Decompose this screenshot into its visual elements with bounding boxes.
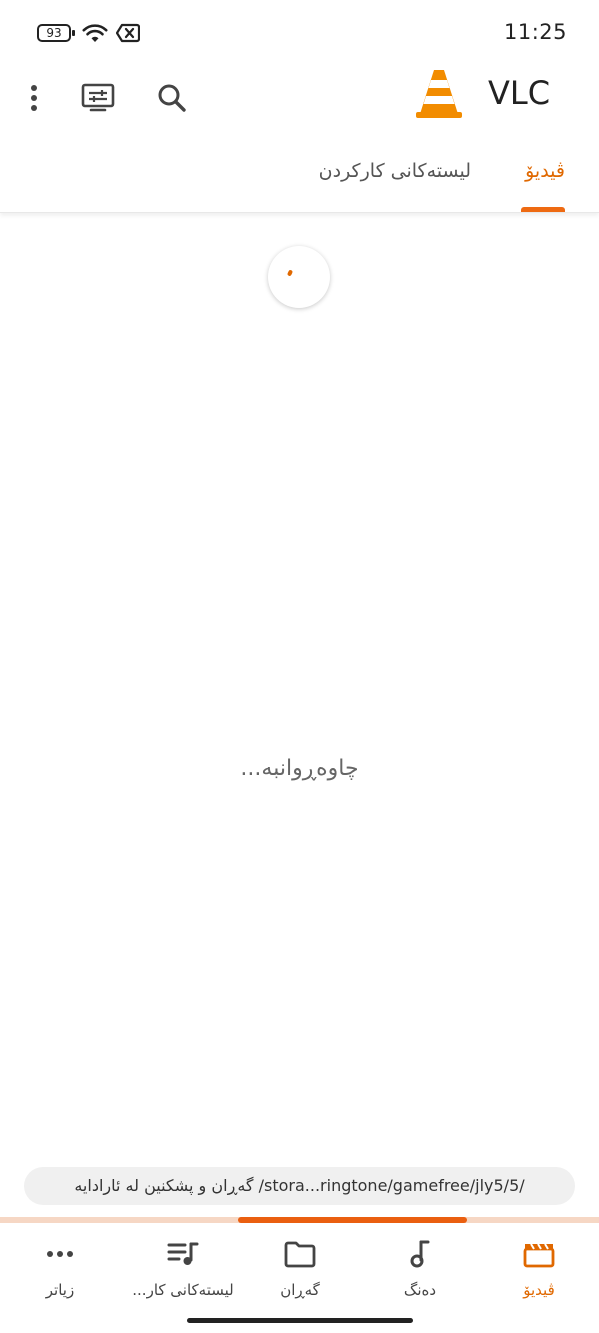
movie-clapper-icon bbox=[523, 1243, 555, 1268]
more-horiz-icon bbox=[47, 1251, 73, 1257]
nav-label-playlists: لیستەکانی کار... bbox=[132, 1281, 234, 1299]
tab-playlists[interactable]: لیستەکانی کارکردن bbox=[319, 160, 471, 182]
no-sim-icon bbox=[116, 23, 140, 43]
spinner-arc bbox=[286, 269, 294, 277]
more-options-button[interactable] bbox=[12, 76, 56, 120]
nav-label-video: ڤیدیۆ bbox=[523, 1281, 555, 1299]
toolbar: VLC bbox=[0, 66, 599, 128]
nav-item-browse[interactable]: گەڕان bbox=[254, 1223, 346, 1309]
status-bar: 93 11:25 bbox=[0, 0, 599, 66]
nav-label-browse: گەڕان bbox=[280, 1281, 320, 1299]
home-indicator[interactable] bbox=[187, 1318, 413, 1323]
loading-spinner bbox=[268, 246, 330, 308]
battery-icon: 93 bbox=[37, 24, 71, 42]
search-button[interactable] bbox=[150, 76, 194, 120]
scan-status-bar: گەڕان و پشکنین لە ئارادایە /stora...ring… bbox=[24, 1167, 575, 1205]
app-title: VLC bbox=[488, 74, 551, 112]
nav-item-playlists[interactable]: لیستەکانی کار... bbox=[118, 1223, 248, 1309]
nav-item-video[interactable]: ڤیدیۆ bbox=[493, 1223, 585, 1309]
screen: 93 11:25 VLC ڤیدیۆ لیستەکانی کارکردن چاو… bbox=[0, 0, 599, 1333]
clock: 11:25 bbox=[503, 20, 567, 44]
tab-indicator bbox=[521, 207, 565, 212]
bottom-navigation: ڤیدیۆ دەنگ گەڕان لیستەکانی کار... زیاتر bbox=[0, 1223, 599, 1309]
battery-nub bbox=[72, 30, 75, 36]
wifi-icon bbox=[82, 24, 108, 42]
scan-status-text: گەڕان و پشکنین لە ئارادایە /stora...ring… bbox=[74, 1176, 525, 1195]
renderer-icon bbox=[81, 83, 115, 112]
renderer-button[interactable] bbox=[76, 76, 120, 120]
nav-item-more[interactable]: زیاتر bbox=[14, 1223, 106, 1309]
search-icon bbox=[158, 84, 186, 112]
music-note-icon bbox=[410, 1240, 430, 1268]
folder-icon bbox=[284, 1241, 316, 1268]
tab-video[interactable]: ڤیدیۆ bbox=[525, 160, 565, 182]
vlc-cone-logo bbox=[416, 70, 462, 118]
nav-label-more: زیاتر bbox=[45, 1281, 75, 1299]
loading-message: چاوەڕوانبە... bbox=[240, 756, 359, 781]
more-vert-icon bbox=[31, 85, 37, 111]
nav-item-audio[interactable]: دەنگ bbox=[374, 1223, 466, 1309]
tab-bar: ڤیدیۆ لیستەکانی کارکردن bbox=[0, 148, 599, 213]
nav-label-audio: دەنگ bbox=[403, 1281, 437, 1299]
playlist-icon bbox=[167, 1242, 199, 1265]
battery-level: 93 bbox=[46, 26, 62, 40]
